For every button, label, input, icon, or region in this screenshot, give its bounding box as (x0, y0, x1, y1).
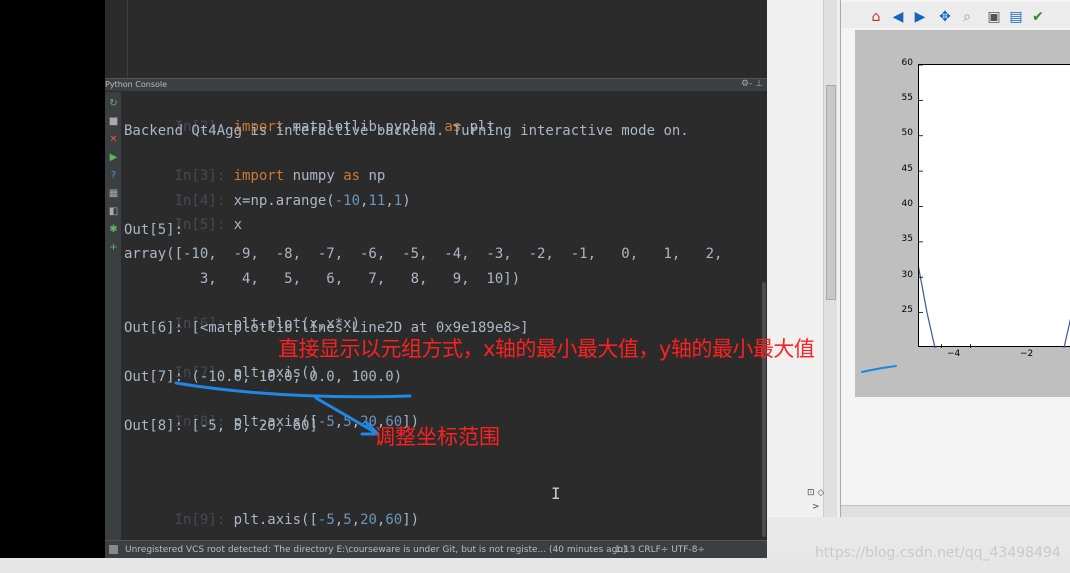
console-output[interactable]: In[2]: import matplotlib.pyplot as plt B… (121, 92, 761, 547)
stop-icon[interactable]: ■ (108, 116, 119, 127)
console-title: Python Console (105, 80, 168, 89)
plot-axes[interactable] (918, 64, 1070, 348)
variables-icon[interactable]: ▦ (108, 188, 119, 199)
code-text: , (385, 193, 394, 209)
scroll-thumb[interactable] (762, 282, 766, 537)
number: 5 (343, 512, 352, 528)
editor-gutter (127, 0, 128, 78)
code-text: plt.axis([ (233, 512, 318, 528)
side-panel: ⊡ ◇ > (767, 0, 840, 517)
figure-status (841, 505, 1070, 517)
code-text: x (233, 217, 243, 233)
ytick-label: 25 (901, 305, 913, 315)
console-line: array([-10, -9, -8, -7, -6, -5, -4, -3, … (124, 246, 723, 262)
settings-icon[interactable]: ⚙- ⊥ (741, 79, 763, 89)
code-text: x=np.arange( (233, 193, 335, 209)
console-line: Backend Qt4Agg is interactive backend. T… (124, 123, 689, 139)
home-icon[interactable]: ⌂ (867, 8, 885, 26)
ytick-label: 60 (901, 58, 913, 68)
number: -5 (317, 414, 335, 430)
annotation-text: 调整坐标范围 (374, 425, 500, 449)
number: 20 (360, 512, 377, 528)
series-line (919, 266, 1070, 348)
xtick-label: −2 (1020, 349, 1034, 359)
code-text: , (334, 512, 344, 528)
code-text: , (334, 414, 344, 430)
console-toolbar: ↻ ■ ✕ ▶ ? ▦ ◧ ✱ + (105, 92, 121, 547)
watermark: https://blog.csdn.net/qq_43498494 (815, 545, 1061, 561)
ytick-label: 45 (901, 164, 913, 174)
console-line: In[4]: x=np.arange(-10,11,1) (124, 171, 411, 209)
left-black-margin (0, 0, 105, 558)
console-line: In[8]: plt.axis([-5,5,20,60]) (124, 392, 420, 430)
status-bar: Unregistered VCS root detected: The dire… (105, 540, 767, 558)
console-line: Out[7]: (-10.0, 10.0, 0.0, 100.0) (124, 369, 403, 385)
console-line: In[3]: import numpy as np (124, 146, 386, 184)
ytick-label: 40 (901, 199, 913, 209)
code-text: , (351, 512, 361, 528)
code-text: ) (402, 193, 411, 209)
number: 60 (385, 512, 403, 528)
side-scrollbar[interactable] (823, 0, 837, 517)
side-panel-controls[interactable]: ⊡ ◇ (807, 488, 824, 498)
console-prompt: In[9]: (174, 512, 226, 528)
number: 1 (393, 193, 403, 209)
ytick-label: 35 (901, 234, 913, 244)
ytick-label: 55 (901, 93, 913, 103)
ytick-label: 30 (901, 270, 913, 280)
help-icon[interactable]: ? (108, 170, 119, 181)
figure-lower-area (841, 397, 1070, 505)
number: -5 (317, 512, 335, 528)
xtick-label: −4 (947, 349, 961, 359)
console-header: Python Console ⚙- ⊥ (105, 78, 767, 92)
chevron-right-icon[interactable]: > (812, 502, 820, 512)
rerun-icon[interactable]: ↻ (108, 98, 119, 109)
figure-canvas[interactable]: 60 55 50 45 40 35 30 25 −4 −2 (855, 30, 1070, 397)
run-icon[interactable]: ▶ (108, 152, 119, 163)
ide-window: Python Console ⚙- ⊥ ↻ ■ ✕ ▶ ? ▦ ◧ ✱ + In… (105, 0, 767, 558)
subplots-icon[interactable]: ▣ (985, 8, 1003, 26)
figure-toolbar: ⌂ ◀ ▶ ✥ ⌕ ▣ ▤ ✔ (841, 2, 1070, 28)
console-line: 3, 4, 5, 6, 7, 8, 9, 10]) (124, 271, 521, 287)
console-input-line[interactable]: In[9]: plt.axis([-5,5,20,60]) (124, 490, 420, 528)
save-icon[interactable]: ▤ (1007, 8, 1025, 26)
debug-icon[interactable]: ◧ (108, 206, 119, 217)
annotation-text: 直接显示以元组方式，x轴的最小最大值，y轴的最小最大值 (278, 337, 815, 361)
scroll-thumb[interactable] (826, 85, 836, 300)
forward-icon[interactable]: ▶ (911, 8, 929, 26)
status-message[interactable]: Unregistered VCS root detected: The dire… (125, 541, 626, 558)
console-line: In[6]: plt.plot(x,x*x) (124, 294, 360, 332)
console-line: In[5]: x (124, 195, 242, 233)
plot-svg (919, 64, 1070, 348)
code-text: , (351, 414, 361, 430)
text-cursor-icon: I (551, 484, 561, 503)
status-icon[interactable] (109, 545, 118, 554)
status-info[interactable]: 1:13 CRLF÷ UTF-8÷ (615, 541, 705, 558)
zoom-icon[interactable]: ⌕ (958, 8, 976, 26)
number: 11 (368, 193, 386, 209)
close-icon[interactable]: ✕ (108, 134, 119, 145)
code-text: ]) (402, 512, 420, 528)
console-line: Out[8]: [-5, 5, 20, 60] (124, 418, 318, 434)
pan-icon[interactable]: ✥ (936, 8, 954, 26)
attach-icon[interactable]: ✱ (108, 224, 119, 235)
number: 5 (343, 414, 352, 430)
add-icon[interactable]: + (108, 242, 119, 253)
editor-area[interactable] (105, 0, 767, 78)
ytick-label: 50 (901, 128, 913, 138)
check-icon[interactable]: ✔ (1029, 8, 1047, 26)
back-icon[interactable]: ◀ (889, 8, 907, 26)
matplotlib-window: ⊡ ◇ > ⌂ ◀ ▶ ✥ ⌕ ▣ ▤ ✔ 60 55 50 45 40 35 … (767, 0, 1070, 558)
console-line: Out[5]: (124, 222, 184, 238)
figure-frame: ⌂ ◀ ▶ ✥ ⌕ ▣ ▤ ✔ 60 55 50 45 40 35 30 25 … (840, 0, 1070, 517)
number: -10 (334, 193, 361, 209)
console-line: In[2]: import matplotlib.pyplot as plt (124, 97, 495, 135)
